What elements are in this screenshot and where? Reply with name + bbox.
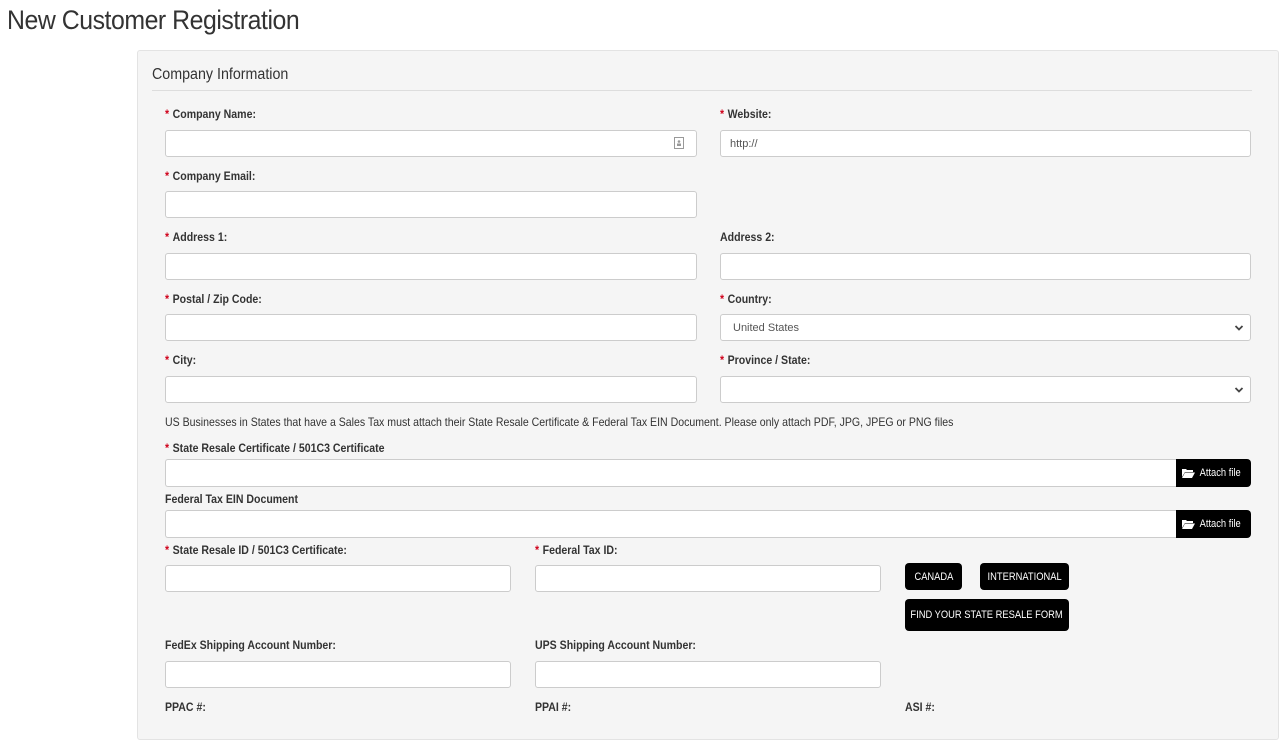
page-title: New Customer Registration	[7, 5, 300, 35]
required-marker: *	[165, 292, 170, 306]
asi-label: ASI #:	[905, 700, 935, 714]
attach-resale-certificate-button[interactable]: Attach file	[1176, 459, 1251, 487]
chevron-down-icon	[1234, 325, 1244, 331]
required-marker: *	[720, 107, 725, 121]
state-resale-id-label: * State Resale ID / 501C3 Certificate:	[165, 543, 347, 557]
fedex-account-label: FedEx Shipping Account Number:	[165, 638, 336, 652]
company-name-input[interactable]	[165, 130, 697, 157]
ppac-label: PPAC #:	[165, 700, 206, 714]
postal-code-label: * Postal / Zip Code:	[165, 292, 262, 306]
canada-button[interactable]: CANADA	[905, 563, 962, 590]
federal-tax-id-label: * Federal Tax ID:	[535, 543, 618, 557]
required-marker: *	[165, 230, 170, 244]
required-marker: *	[720, 292, 725, 306]
required-marker: *	[165, 107, 170, 121]
resale-certificate-label: * State Resale Certificate / 501C3 Certif…	[165, 441, 385, 455]
attachment-notice: US Businesses in States that have a Sale…	[165, 415, 954, 429]
address2-input[interactable]	[720, 253, 1251, 280]
find-state-resale-form-button[interactable]: FIND YOUR STATE RESALE FORM	[905, 599, 1069, 631]
federal-tax-id-input[interactable]	[535, 565, 881, 592]
company-email-label: * Company Email:	[165, 169, 256, 183]
required-marker: *	[720, 353, 725, 367]
chevron-down-icon	[1234, 387, 1244, 393]
city-input[interactable]	[165, 376, 697, 403]
resale-certificate-file-field: Attach file	[165, 459, 1251, 487]
attach-ein-document-button[interactable]: Attach file	[1176, 510, 1251, 538]
ppai-label: PPAI #:	[535, 700, 572, 714]
company-email-input[interactable]	[165, 191, 697, 218]
state-resale-id-input[interactable]	[165, 565, 511, 592]
ups-account-input[interactable]	[535, 661, 881, 688]
ein-document-label: Federal Tax EIN Document	[165, 492, 299, 506]
resale-certificate-file-input[interactable]	[165, 459, 1180, 487]
required-marker: *	[535, 543, 540, 557]
ein-document-file-input[interactable]	[165, 510, 1180, 538]
required-marker: *	[165, 169, 170, 183]
country-label: * Country:	[720, 292, 772, 306]
international-button[interactable]: INTERNATIONAL	[980, 563, 1069, 590]
website-input[interactable]	[720, 130, 1251, 157]
website-label: * Website:	[720, 107, 772, 121]
company-information-panel: Company Information * Company Name: * Webs…	[137, 50, 1279, 740]
province-state-select[interactable]	[720, 376, 1251, 403]
autofill-contact-icon[interactable]	[674, 137, 684, 149]
postal-code-input[interactable]	[165, 314, 697, 341]
panel-divider	[152, 90, 1252, 91]
panel-title: Company Information	[152, 66, 289, 83]
folder-open-icon	[1182, 469, 1196, 478]
company-name-label: * Company Name:	[165, 107, 256, 121]
country-select[interactable]: United States	[720, 314, 1251, 341]
fedex-account-input[interactable]	[165, 661, 511, 688]
ein-document-file-field: Attach file	[165, 510, 1251, 538]
address1-input[interactable]	[165, 253, 697, 280]
address1-label: * Address 1:	[165, 230, 228, 244]
country-selected-value: United States	[733, 321, 800, 334]
required-marker: *	[165, 543, 170, 557]
ups-account-label: UPS Shipping Account Number:	[535, 638, 696, 652]
required-marker: *	[165, 353, 170, 367]
province-state-label: * Province / State:	[720, 353, 811, 367]
folder-open-icon	[1182, 520, 1196, 529]
address2-label: Address 2:	[720, 230, 775, 244]
required-marker: *	[165, 441, 170, 455]
city-label: * City:	[165, 353, 197, 367]
